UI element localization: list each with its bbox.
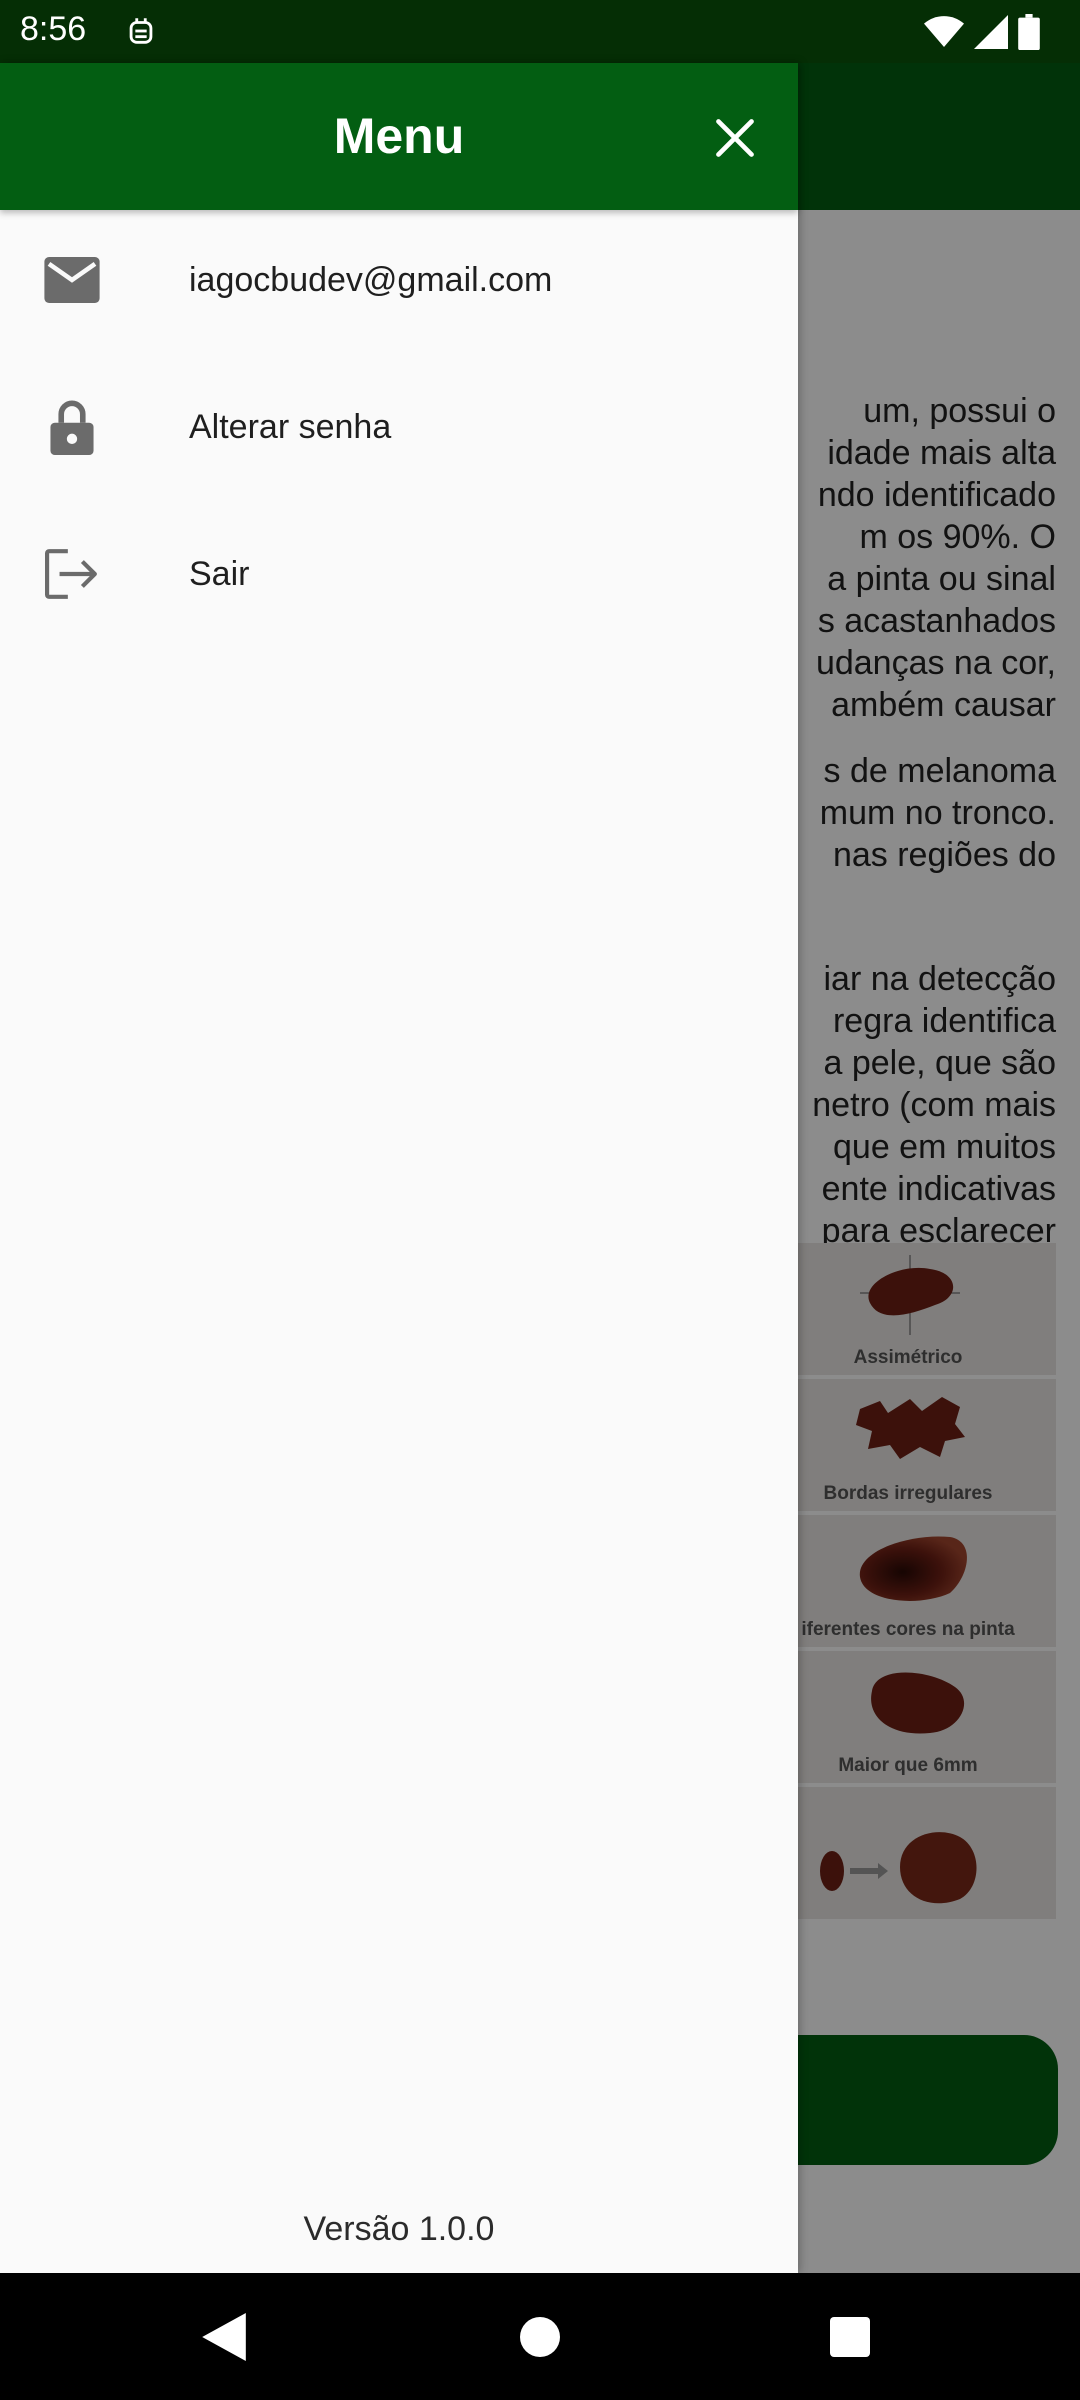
menu-item-label: iagocbudev@gmail.com [189, 260, 553, 299]
menu-item-label: Alterar senha [189, 407, 392, 446]
recents-button[interactable] [812, 2299, 888, 2375]
back-icon [202, 2313, 246, 2361]
home-icon [520, 2317, 560, 2357]
wifi-icon [924, 15, 964, 54]
cell-signal-icon [974, 15, 1008, 54]
close-drawer-button[interactable] [700, 103, 770, 173]
status-bar: 8:56 [0, 0, 1080, 63]
email-icon [44, 252, 100, 308]
drawer-title: Menu [333, 108, 465, 164]
notification-icon [124, 14, 158, 48]
close-icon [716, 119, 754, 157]
home-button[interactable] [502, 2299, 578, 2375]
menu-item-label: Sair [189, 554, 250, 593]
back-button[interactable] [186, 2299, 262, 2375]
menu-item-change-password[interactable]: Alterar senha [0, 357, 798, 497]
lock-icon [44, 399, 100, 455]
status-time: 8:56 [20, 10, 87, 48]
recents-icon [830, 2317, 870, 2357]
app-version: Versão 1.0.0 [303, 2210, 495, 2248]
battery-icon [1018, 14, 1040, 55]
logout-icon [44, 546, 100, 602]
status-icons [924, 14, 1040, 55]
screen: um, possui o idade mais alta ndo identif… [0, 0, 1080, 2400]
navigation-drawer: Menu iagocbudev@gmail.com Alterar senha … [0, 63, 798, 2273]
system-navigation-bar [0, 2273, 1080, 2400]
menu-item-email[interactable]: iagocbudev@gmail.com [0, 210, 798, 350]
drawer-header: Menu [0, 63, 798, 210]
menu-item-logout[interactable]: Sair [0, 504, 798, 644]
